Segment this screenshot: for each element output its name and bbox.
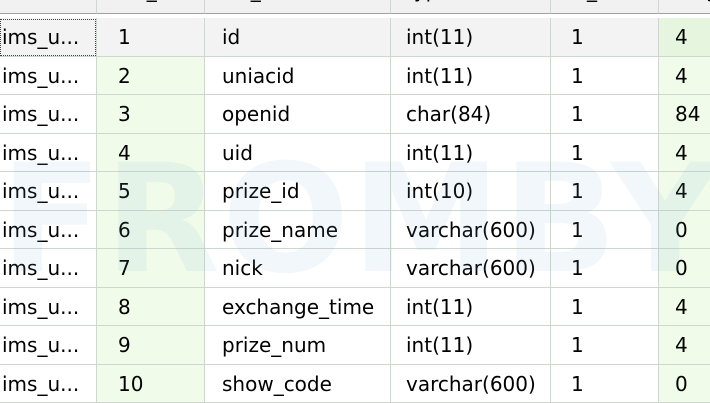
cell-length[interactable]: 4: [659, 18, 710, 57]
cell-col-num[interactable]: 2: [97, 57, 205, 96]
column-header-is-nullable[interactable]: is_nu...: [551, 0, 659, 14]
cell-table-name[interactable]: ims_u...: [0, 95, 97, 134]
cell-is-nullable[interactable]: 1: [551, 326, 659, 365]
cell-type[interactable]: varchar(600): [391, 211, 551, 250]
cell-table-name[interactable]: ims_u...: [0, 211, 97, 250]
cell-type[interactable]: int(11): [391, 288, 551, 327]
cell-table-name[interactable]: ims_u...: [0, 326, 97, 365]
cell-type[interactable]: char(84): [391, 95, 551, 134]
cell-table-name[interactable]: ims_u...: [0, 172, 97, 211]
cell-col-name[interactable]: nick: [205, 249, 391, 288]
cell-is-nullable[interactable]: 1: [551, 95, 659, 134]
cell-type[interactable]: varchar(600): [391, 365, 551, 403]
cell-type[interactable]: varchar(600): [391, 249, 551, 288]
table-row[interactable]: ims_u...2uniacidint(11)14: [0, 57, 710, 96]
cell-type[interactable]: int(11): [391, 18, 551, 57]
cell-col-num[interactable]: 3: [97, 95, 205, 134]
cell-table-name[interactable]: ims_u...: [0, 288, 97, 327]
column-header-col-name[interactable]: col_name: [205, 0, 391, 14]
cell-col-num[interactable]: 4: [97, 134, 205, 173]
cell-is-nullable[interactable]: 1: [551, 211, 659, 250]
cell-col-num[interactable]: 5: [97, 172, 205, 211]
table-row[interactable]: ims_u...3openidchar(84)184: [0, 95, 710, 134]
column-header-col-num[interactable]: col_n...: [97, 0, 205, 14]
table-row[interactable]: ims_u...6prize_namevarchar(600)10: [0, 211, 710, 250]
cell-type[interactable]: int(11): [391, 134, 551, 173]
table-row[interactable]: ims_u...8exchange_timeint(11)14: [0, 288, 710, 327]
cell-col-name[interactable]: prize_id: [205, 172, 391, 211]
cell-col-name[interactable]: id: [205, 18, 391, 57]
cell-is-nullable[interactable]: 1: [551, 57, 659, 96]
cell-col-num[interactable]: 6: [97, 211, 205, 250]
table-row[interactable]: ims_u...1idint(11)14: [0, 18, 710, 57]
cell-type[interactable]: int(11): [391, 57, 551, 96]
table-row[interactable]: ims_u...10show_codevarchar(600)10: [0, 365, 710, 403]
cell-is-nullable[interactable]: 1: [551, 288, 659, 327]
cell-col-name[interactable]: exchange_time: [205, 288, 391, 327]
cell-length[interactable]: 0: [659, 365, 710, 403]
results-grid[interactable]: table... col_n... col_name type is_nu...…: [0, 0, 710, 400]
cell-type[interactable]: int(10): [391, 172, 551, 211]
cell-col-name[interactable]: uniacid: [205, 57, 391, 96]
cell-col-num[interactable]: 7: [97, 249, 205, 288]
cell-is-nullable[interactable]: 1: [551, 249, 659, 288]
cell-col-name[interactable]: openid: [205, 95, 391, 134]
cell-length[interactable]: 4: [659, 288, 710, 327]
cell-table-name[interactable]: ims_u...: [0, 18, 97, 57]
cell-is-nullable[interactable]: 1: [551, 365, 659, 403]
cell-table-name[interactable]: ims_u...: [0, 57, 97, 96]
cell-col-name[interactable]: uid: [205, 134, 391, 173]
cell-col-num[interactable]: 8: [97, 288, 205, 327]
table-row[interactable]: ims_u...4uidint(11)14: [0, 134, 710, 173]
table-row[interactable]: ims_u...5prize_idint(10)14: [0, 172, 710, 211]
cell-col-name[interactable]: prize_num: [205, 326, 391, 365]
cell-type[interactable]: int(11): [391, 326, 551, 365]
cell-length[interactable]: 84: [659, 95, 710, 134]
cell-is-nullable[interactable]: 1: [551, 134, 659, 173]
cell-table-name[interactable]: ims_u...: [0, 134, 97, 173]
cell-length[interactable]: 4: [659, 134, 710, 173]
table-row[interactable]: ims_u...7nickvarchar(600)10: [0, 249, 710, 288]
cell-length[interactable]: 0: [659, 249, 710, 288]
cell-length[interactable]: 4: [659, 326, 710, 365]
cell-length[interactable]: 4: [659, 172, 710, 211]
column-header-type[interactable]: type: [391, 0, 551, 14]
cell-length[interactable]: 4: [659, 57, 710, 96]
cell-is-nullable[interactable]: 1: [551, 18, 659, 57]
cell-col-num[interactable]: 9: [97, 326, 205, 365]
table-row[interactable]: ims_u...9prize_numint(11)14: [0, 326, 710, 365]
cell-col-num[interactable]: 1: [97, 18, 205, 57]
cell-table-name[interactable]: ims_u...: [0, 249, 97, 288]
cell-col-num[interactable]: 10: [97, 365, 205, 403]
column-header-table[interactable]: table...: [0, 0, 97, 14]
cell-col-name[interactable]: prize_name: [205, 211, 391, 250]
cell-table-name[interactable]: ims_u...: [0, 365, 97, 403]
column-header-length[interactable]: leng: [659, 0, 710, 14]
cell-is-nullable[interactable]: 1: [551, 172, 659, 211]
grid-header-row: table... col_n... col_name type is_nu...…: [0, 0, 710, 14]
cell-col-name[interactable]: show_code: [205, 365, 391, 403]
cell-length[interactable]: 0: [659, 211, 710, 250]
